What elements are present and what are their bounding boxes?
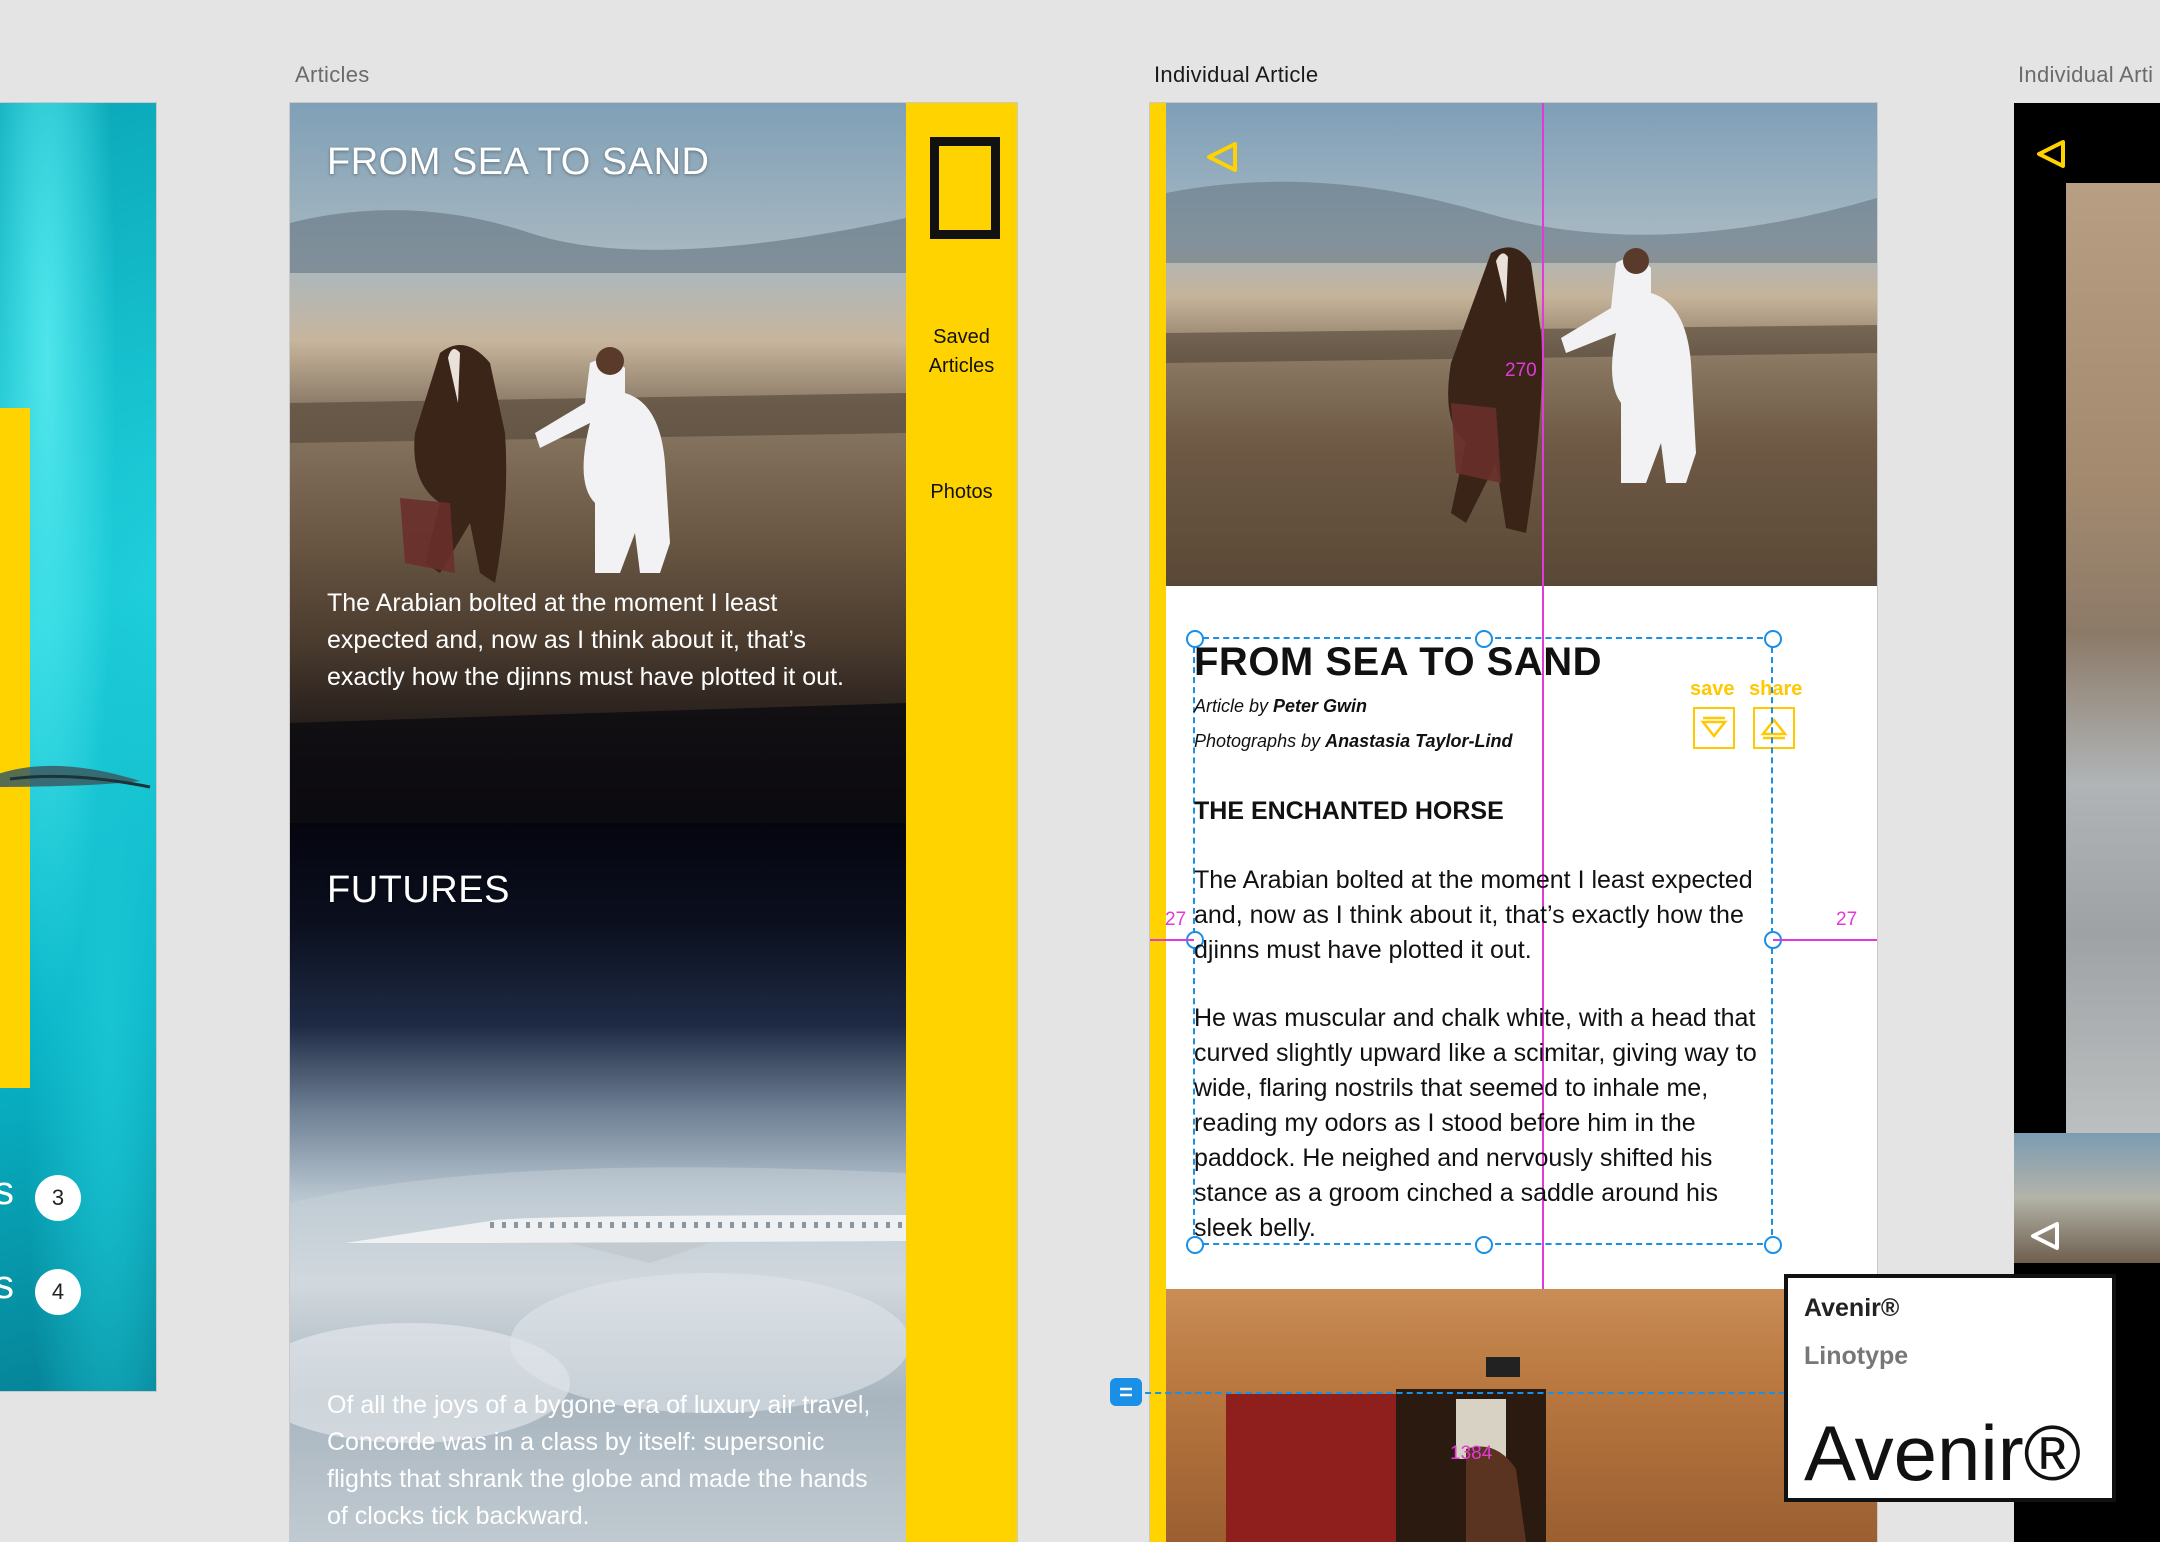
- margin-measure-right: 27: [1836, 909, 1858, 930]
- article-excerpt: The Arabian bolted at the moment I least…: [327, 589, 844, 691]
- guide-handle-button[interactable]: [1110, 1378, 1142, 1406]
- article-excerpt: Of all the joys of a bygone era of luxur…: [327, 1391, 871, 1530]
- count-badge: 3: [35, 1175, 81, 1221]
- nav-label-line: Articles: [928, 355, 995, 377]
- back-triangle-icon-white[interactable]: [2028, 1219, 2062, 1253]
- nav-item-saved-articles[interactable]: Saved Articles: [906, 323, 1017, 381]
- equals-icon: [1120, 1387, 1132, 1397]
- byline-prefix: Photographs by: [1194, 731, 1326, 751]
- back-triangle-icon[interactable]: [1204, 139, 1240, 175]
- guide-measure-label: 1384: [1450, 1443, 1493, 1464]
- horizontal-snap-guide: [1135, 1392, 1795, 1394]
- article-title[interactable]: FUTURES: [327, 869, 510, 912]
- artboard-label-individual-article[interactable]: Individual Article: [1154, 62, 1318, 88]
- list-letter: s: [0, 1263, 14, 1307]
- article-title[interactable]: FROM SEA TO SAND: [327, 141, 709, 184]
- font-sample-preview: Avenir®: [1804, 1409, 2082, 1497]
- article-paragraph: The Arabian bolted at the moment I least…: [1194, 866, 1753, 964]
- author-byline: Article by Peter Gwin: [1194, 696, 1367, 717]
- margin-guide-right: [1773, 939, 1877, 941]
- horse-and-rider-photo: [290, 210, 906, 823]
- margin-guide-left: [1150, 939, 1194, 941]
- side-nav: Saved Articles Photos: [906, 103, 1017, 1542]
- font-name: Avenir®: [1804, 1294, 1900, 1322]
- artboard-label-articles[interactable]: Articles: [295, 62, 370, 88]
- article-card-futures[interactable]: FUTURES Of all the joys of a bygone era …: [290, 823, 906, 1542]
- guide-measure-label: 270: [1505, 360, 1537, 381]
- artboard-label-individual-article-2[interactable]: Individual Arti: [2018, 62, 2153, 88]
- horse-and-rider-photo: [1166, 181, 1877, 533]
- count-badge: 4: [35, 1269, 81, 1315]
- resize-handle[interactable]: [1764, 630, 1782, 648]
- portrait-photo: [2066, 183, 2160, 1183]
- sea-turtle-image: [0, 765, 151, 789]
- nav-label-line: Saved: [933, 326, 990, 348]
- stable-door-illustration: [1226, 1357, 1546, 1542]
- article-title: FROM SEA TO SAND: [1194, 640, 1603, 684]
- margin-measure-left: 27: [1165, 909, 1187, 930]
- author-name: Peter Gwin: [1273, 696, 1368, 716]
- article-paragraph: He was muscular and chalk white, with a …: [1194, 1004, 1757, 1242]
- list-letter: s: [0, 1169, 14, 1213]
- article-card-sea-to-sand[interactable]: FROM SEA TO SAND The Arabian bolted at t…: [290, 103, 906, 823]
- article-hero-photo: [1166, 103, 1877, 586]
- national-geographic-logo-icon[interactable]: [930, 137, 1000, 239]
- artboard-articles[interactable]: FROM SEA TO SAND The Arabian bolted at t…: [290, 103, 1017, 1542]
- artboard-home-partial[interactable]: s 3 s 4: [0, 103, 156, 1391]
- stable-horse-photo: [1166, 1289, 1877, 1542]
- artboard-individual-article[interactable]: 270 save share 27 27 FROM SEA TO SAND Ar…: [1150, 103, 1877, 1542]
- font-foundry: Linotype: [1804, 1342, 1909, 1370]
- back-triangle-icon[interactable]: [2034, 137, 2068, 171]
- yellow-edge-strip: [1150, 103, 1166, 1542]
- section-heading: THE ENCHANTED HORSE: [1194, 797, 1504, 825]
- byline-prefix: Article by: [1194, 696, 1274, 716]
- photographer-byline: Photographs by Anastasia Taylor-Lind: [1194, 731, 1512, 752]
- font-inspector-panel[interactable]: Avenir® Linotype Avenir®: [1784, 1274, 2116, 1502]
- photographer-name: Anastasia Taylor-Lind: [1325, 731, 1513, 751]
- nav-item-photos[interactable]: Photos: [906, 478, 1017, 507]
